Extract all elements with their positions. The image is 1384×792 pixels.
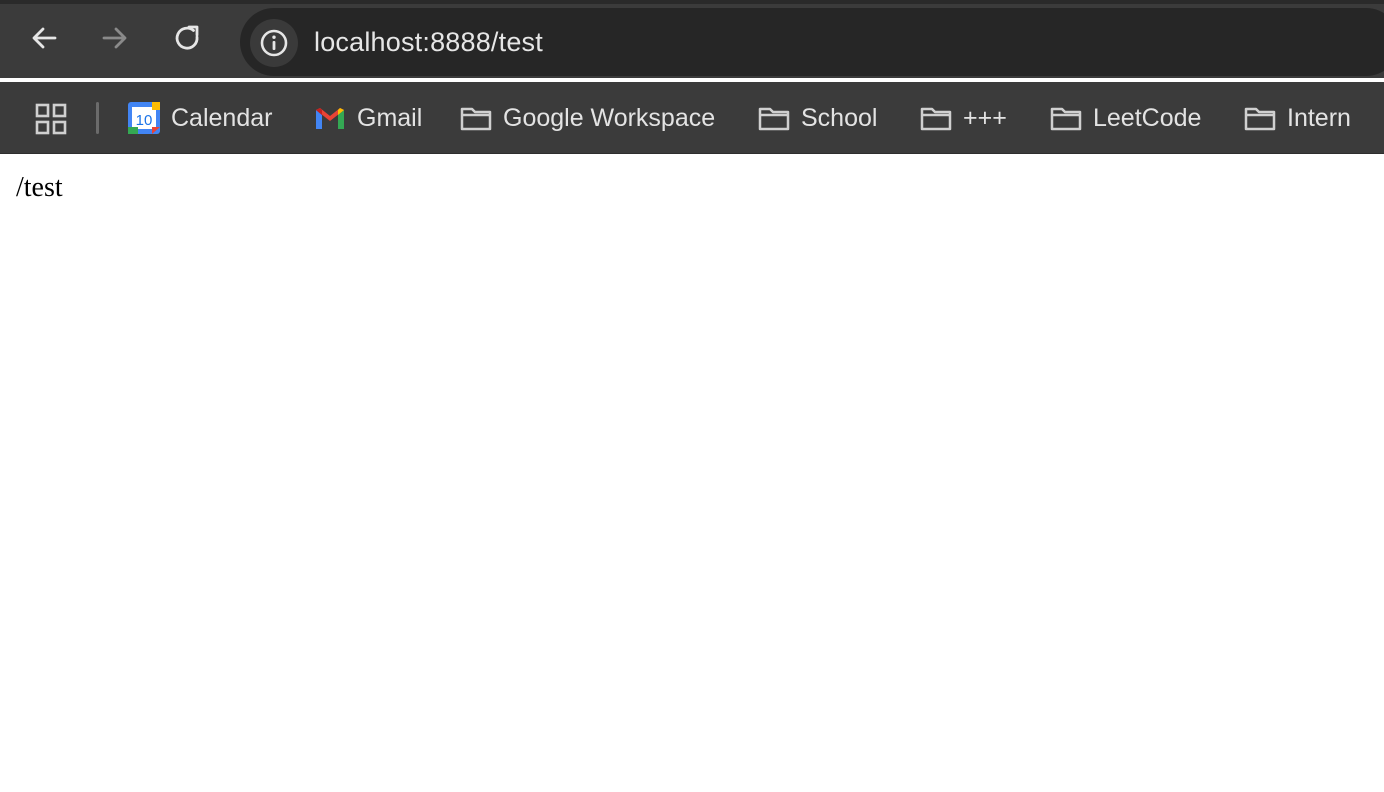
browser-toolbar: localhost:8888/test [0, 0, 1384, 78]
back-button[interactable] [24, 20, 64, 56]
calendar-badge: 10 [136, 112, 153, 129]
folder-icon [1243, 101, 1277, 135]
folder-icon [919, 101, 953, 135]
address-bar[interactable]: localhost:8888/test [240, 8, 1384, 76]
bookmarks-bar: 10 Calendar Gmail Google Workspace Schoo… [0, 82, 1384, 154]
reload-icon [175, 25, 199, 50]
bookmark-google-workspace[interactable]: Google Workspace [459, 96, 715, 140]
page-content: /test [0, 154, 1384, 792]
site-info-button[interactable] [250, 19, 298, 67]
bookmark-label: LeetCode [1093, 103, 1202, 132]
bookmark-label: School [801, 103, 878, 132]
bookmark-school[interactable]: School [757, 96, 877, 140]
bookmark-gmail[interactable]: Gmail [313, 96, 422, 140]
folder-icon [757, 101, 791, 135]
arrow-right-icon [102, 27, 127, 49]
folder-icon [1049, 101, 1083, 135]
calendar-icon: 10 [127, 101, 161, 135]
page-body-text: /test [16, 172, 63, 203]
info-icon [260, 29, 288, 57]
bookmark-label: Google Workspace [503, 103, 716, 132]
bookmark-plus-plus-plus[interactable]: +++ [919, 96, 1007, 140]
apps-button[interactable] [34, 102, 68, 136]
bookmark-label: +++ [963, 103, 1007, 132]
bookmark-label: Calendar [171, 103, 273, 132]
folder-icon [459, 101, 493, 135]
address-text[interactable]: localhost:8888/test [314, 27, 543, 58]
gmail-icon [313, 101, 347, 135]
bookmark-calendar[interactable]: 10 Calendar [127, 96, 272, 140]
reload-button[interactable] [168, 20, 208, 56]
forward-button[interactable] [95, 20, 135, 56]
bookmark-intern[interactable]: Intern [1243, 96, 1351, 140]
bookmark-label: Gmail [357, 103, 423, 132]
apps-grid-icon [35, 103, 67, 135]
bookmark-label: Intern [1287, 103, 1351, 132]
arrow-left-icon [32, 27, 57, 49]
bookmarks-divider [96, 102, 99, 134]
bookmark-leetcode[interactable]: LeetCode [1049, 96, 1201, 140]
